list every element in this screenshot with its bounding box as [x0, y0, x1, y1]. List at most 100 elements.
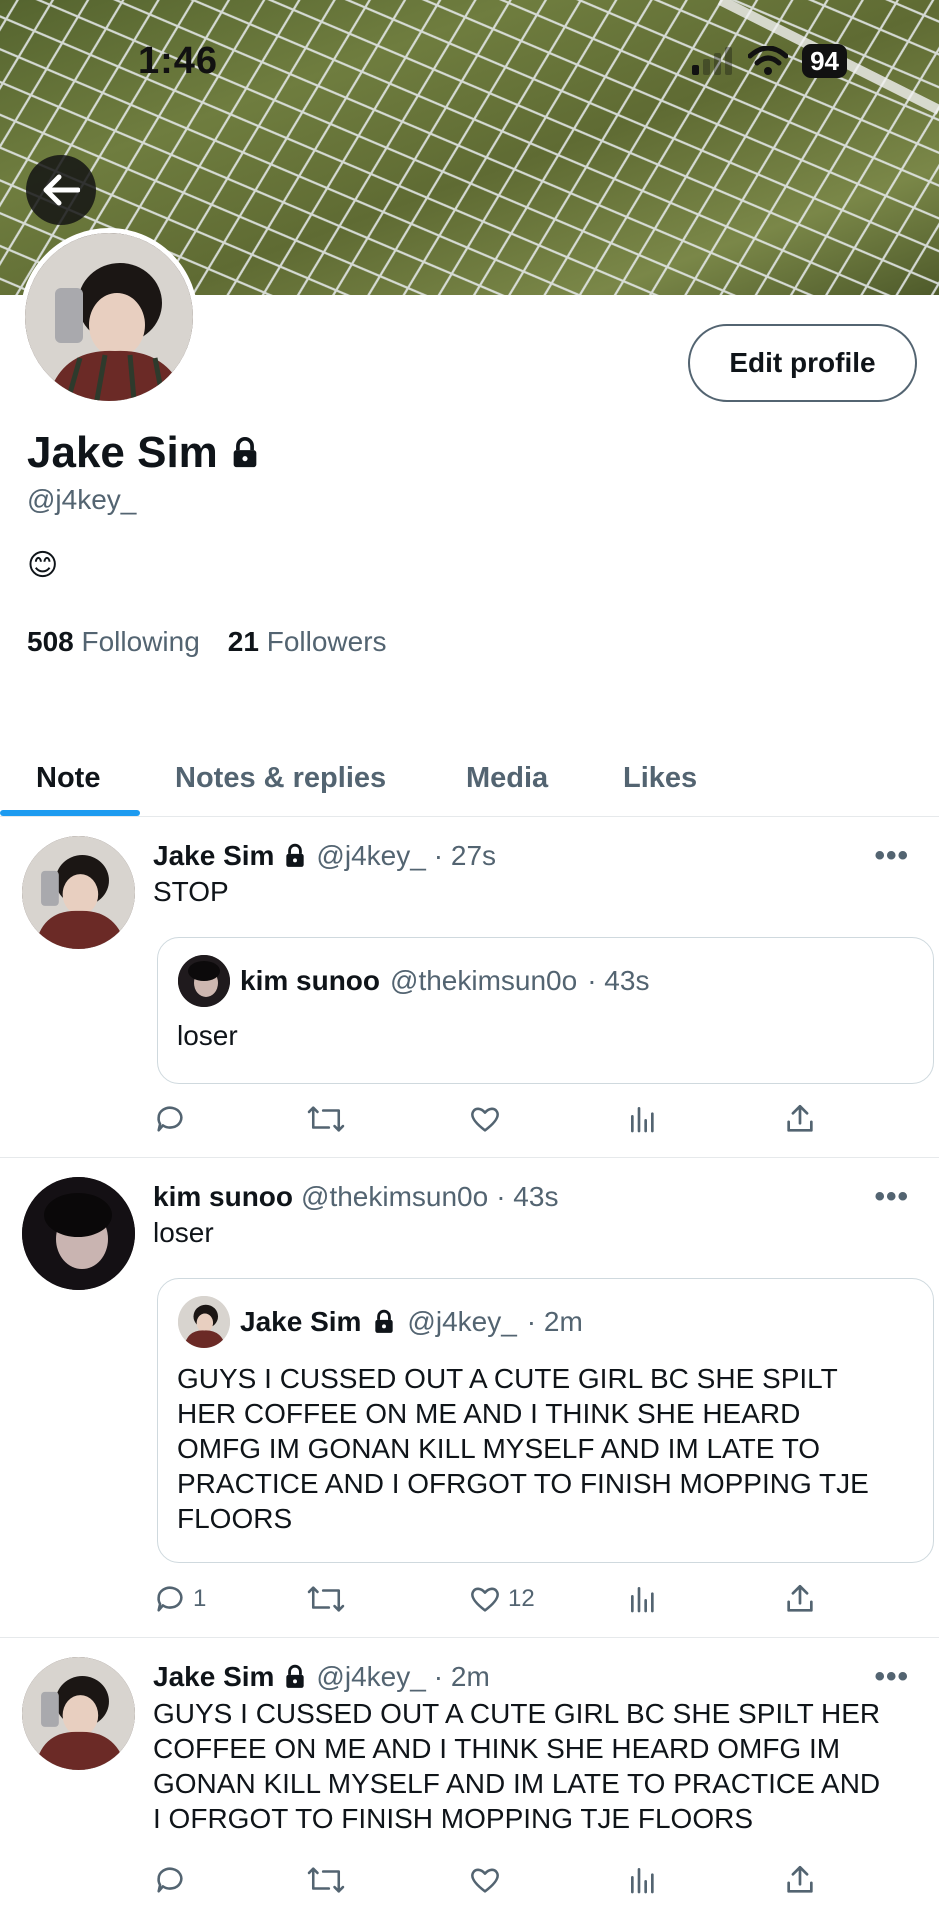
- avatar-photo: [178, 1296, 230, 1348]
- post-text: loser: [153, 1217, 214, 1248]
- post-item[interactable]: kim sunoo @thekimsun0o · 43s ••• loser J…: [0, 1158, 939, 1638]
- post-author-handle: @j4key_: [316, 1661, 426, 1692]
- share-button[interactable]: [783, 1102, 817, 1136]
- share-icon: [787, 1104, 813, 1132]
- following-link[interactable]: 508 Following: [27, 626, 200, 658]
- quoted-text-line: GUYS I CUSSED OUT A CUTE GIRL BC SHE SPI…: [177, 1363, 838, 1394]
- tab-notes-replies[interactable]: Notes & replies: [175, 740, 386, 816]
- views-button[interactable]: [627, 1102, 659, 1136]
- profile-display-name: Jake Sim: [27, 428, 218, 477]
- repost-icon: [307, 1867, 345, 1893]
- share-icon: [787, 1865, 813, 1893]
- post-timestamp: · 43s: [496, 1181, 559, 1212]
- quoted-post-text: loser: [177, 1020, 238, 1051]
- avatar-photo: [178, 955, 230, 1007]
- avatar-photo: [22, 1177, 135, 1290]
- like-button[interactable]: [468, 1863, 502, 1897]
- lock-icon: [233, 437, 257, 468]
- post-text-line: COFFEE ON ME AND I THINK SHE HEARD OMFG …: [153, 1733, 841, 1764]
- avatar-photo: [25, 233, 193, 401]
- post-author-name[interactable]: kim sunoo: [153, 1181, 293, 1213]
- share-button[interactable]: [783, 1863, 817, 1897]
- post-timestamp: · 27s: [433, 840, 497, 871]
- heart-icon: [471, 1868, 499, 1893]
- quoted-author-avatar: [178, 955, 230, 1007]
- repost-button[interactable]: [306, 1582, 346, 1616]
- reply-icon: [157, 1867, 183, 1893]
- repost-button[interactable]: [306, 1102, 346, 1136]
- following-label: Following: [81, 626, 200, 657]
- quoted-text-line: FLOORS: [177, 1503, 293, 1534]
- heart-icon: [471, 1107, 499, 1132]
- edit-profile-button[interactable]: Edit profile: [688, 324, 917, 402]
- followers-count: 21: [227, 626, 259, 657]
- tab-note[interactable]: Note: [36, 740, 100, 816]
- quoted-text-line: OMFG IM GONAN KILL MYSELF AND IM LATE TO: [177, 1433, 821, 1464]
- post-header: Jake Sim @j4key_ · 27s: [153, 840, 496, 872]
- repost-icon: [307, 1106, 345, 1132]
- followers-link[interactable]: 21 Followers: [228, 626, 387, 658]
- post-actions: 1 12: [153, 1582, 833, 1622]
- profile-avatar[interactable]: [20, 228, 198, 406]
- followers-label: Followers: [266, 626, 387, 657]
- quoted-timestamp: · 43s: [587, 965, 650, 996]
- like-button[interactable]: [468, 1102, 502, 1136]
- post-author-name[interactable]: Jake Sim: [153, 1661, 274, 1693]
- tab-likes[interactable]: Likes: [623, 740, 697, 816]
- views-icon: [631, 1868, 654, 1894]
- post-author-avatar[interactable]: [22, 836, 135, 949]
- following-count: 508: [27, 626, 74, 657]
- more-icon[interactable]: •••: [874, 839, 909, 873]
- like-button[interactable]: 12: [468, 1582, 535, 1616]
- wifi-icon: [748, 46, 789, 75]
- avatar-photo: [22, 1657, 135, 1770]
- post-actions: [153, 1863, 833, 1903]
- quoted-author-avatar: [178, 1296, 230, 1348]
- lock-icon: [286, 1664, 305, 1688]
- post-header: kim sunoo @thekimsun0o · 43s: [153, 1181, 558, 1213]
- status-icons: 94: [690, 44, 847, 78]
- post-text-line: GONAN KILL MYSELF AND IM LATE TO PRACTIC…: [153, 1768, 881, 1799]
- reply-button[interactable]: [153, 1863, 187, 1897]
- quoted-author-handle: @j4key_: [407, 1306, 517, 1337]
- post-text-line: I OFRGOT TO FINISH MOPPING TJE FLOORS: [153, 1803, 754, 1834]
- quoted-timestamp: · 2m: [526, 1306, 583, 1337]
- profile-bio: 😊: [27, 549, 59, 582]
- profile-tabs: Note Notes & replies Media Likes: [0, 740, 939, 816]
- views-button[interactable]: [627, 1863, 659, 1897]
- share-button[interactable]: [783, 1582, 817, 1616]
- reply-button[interactable]: 1: [153, 1582, 206, 1616]
- post-actions: [153, 1102, 833, 1142]
- quoted-post[interactable]: Jake Sim @j4key_ · 2m GUYS I CUSSED OUT …: [157, 1278, 934, 1563]
- post-author-avatar[interactable]: [22, 1657, 135, 1770]
- repost-button[interactable]: [306, 1863, 346, 1897]
- post-text-line: GUYS I CUSSED OUT A CUTE GIRL BC SHE SPI…: [153, 1698, 881, 1729]
- quoted-post[interactable]: kim sunoo @thekimsun0o · 43s loser: [157, 937, 934, 1084]
- post-header: Jake Sim @j4key_ · 2m: [153, 1661, 490, 1693]
- post-item[interactable]: Jake Sim @j4key_ · 2m ••• GUYS I CUSSED …: [0, 1638, 939, 1920]
- more-icon[interactable]: •••: [874, 1660, 909, 1694]
- views-icon: [631, 1107, 654, 1133]
- avatar-photo: [22, 836, 135, 949]
- quoted-text-line: PRACTICE AND I OFRGOT TO FINISH MOPPING …: [177, 1468, 869, 1499]
- reply-icon: [157, 1106, 183, 1132]
- quoted-author-name: kim sunoo: [240, 965, 381, 996]
- reply-button[interactable]: [153, 1102, 187, 1136]
- tab-media[interactable]: Media: [466, 740, 548, 816]
- post-author-avatar[interactable]: [22, 1177, 135, 1290]
- quoted-post-header: kim sunoo @thekimsun0o · 43s: [178, 955, 649, 1007]
- views-button[interactable]: [627, 1582, 659, 1616]
- more-icon[interactable]: •••: [874, 1180, 909, 1214]
- follow-stats: 508 Following 21 Followers: [27, 626, 387, 658]
- post-author-handle: @thekimsun0o: [301, 1181, 489, 1212]
- profile-name-row: Jake Sim: [27, 428, 262, 478]
- quoted-post-header: Jake Sim @j4key_ · 2m: [178, 1296, 583, 1348]
- heart-icon: [471, 1587, 499, 1612]
- post-item[interactable]: Jake Sim @j4key_ · 27s ••• STOP kim suno…: [0, 817, 939, 1158]
- status-time: 1:46: [138, 40, 219, 82]
- repost-icon: [307, 1586, 345, 1612]
- back-button[interactable]: [26, 155, 96, 225]
- back-arrow-icon: [43, 174, 80, 206]
- post-author-name[interactable]: Jake Sim: [153, 840, 274, 872]
- post-text: STOP: [153, 876, 229, 907]
